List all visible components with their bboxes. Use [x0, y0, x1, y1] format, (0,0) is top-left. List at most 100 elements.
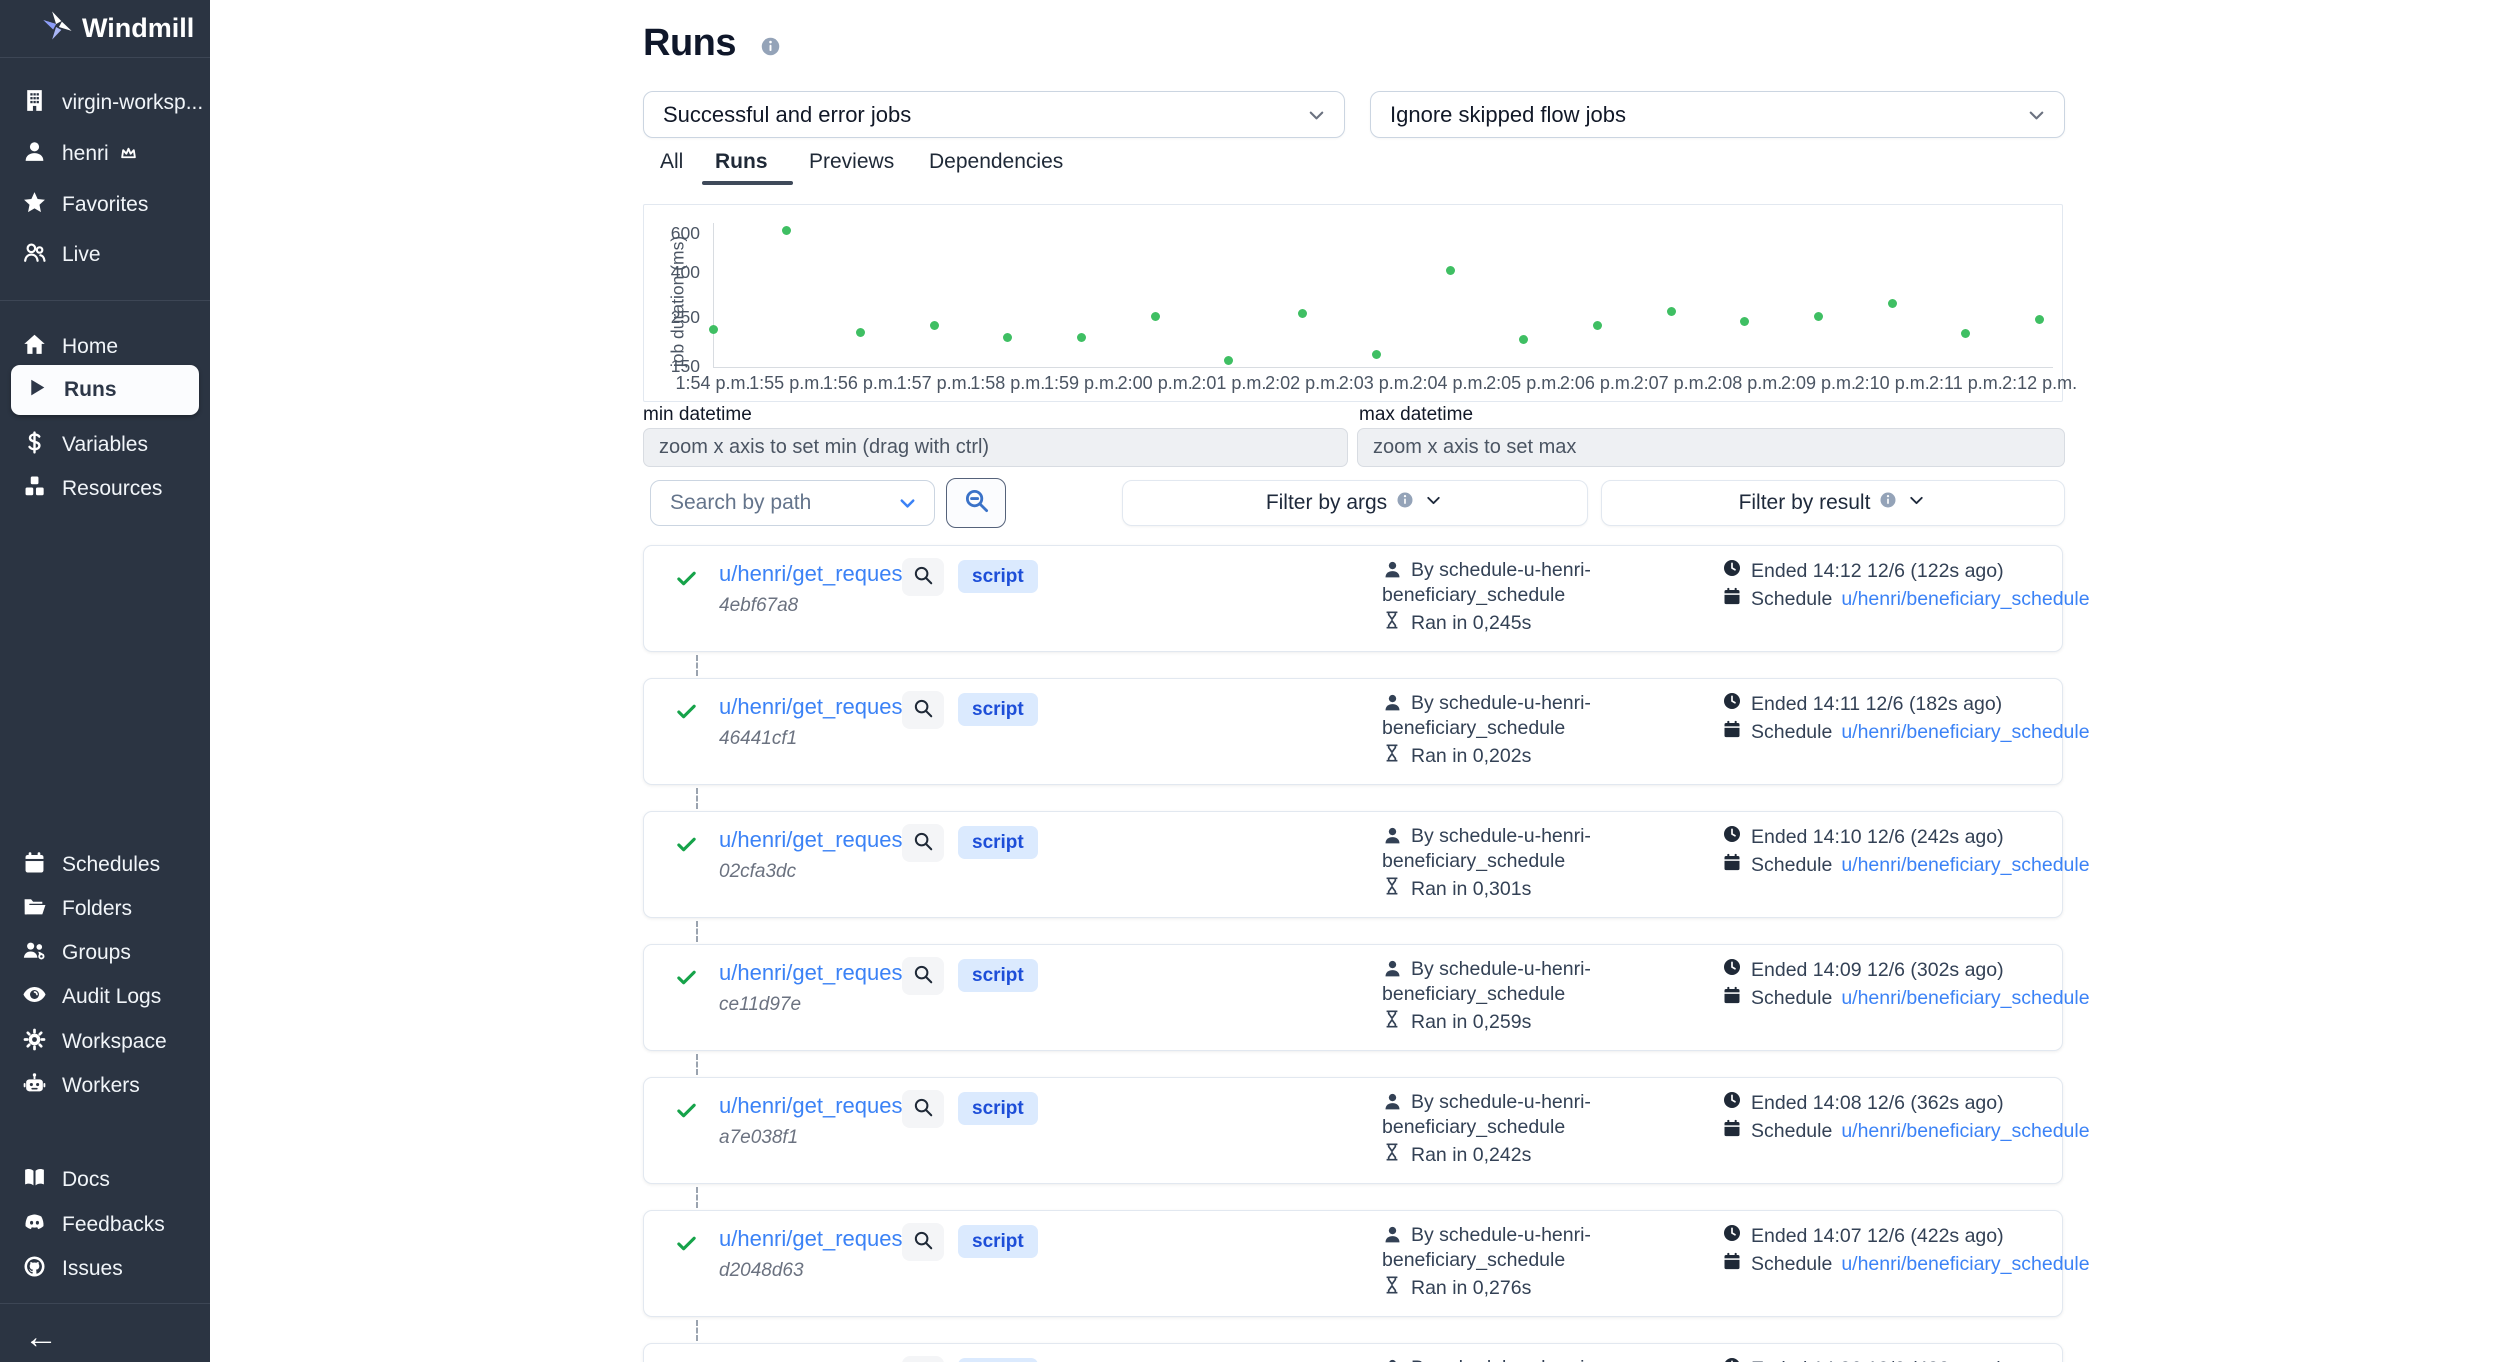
schedule-link[interactable]: u/henri/beneficiary_schedule — [1841, 987, 2089, 1010]
hourglass-icon — [1382, 876, 1402, 902]
run-card[interactable]: u/henri/get_request script 46441cf1 By s… — [643, 678, 2063, 785]
schedule-link[interactable]: u/henri/beneficiary_schedule — [1841, 854, 2089, 877]
sidebar-item-resources[interactable]: Resources — [0, 472, 210, 506]
sidebar-item-home[interactable]: Home — [0, 330, 210, 364]
sidebar-item-variables[interactable]: Variables — [0, 428, 210, 462]
sidebar-item-schedules[interactable]: Schedules — [0, 848, 210, 882]
tab-all[interactable]: All — [660, 150, 683, 174]
chart-point[interactable] — [1961, 329, 1970, 338]
chart-point[interactable] — [782, 226, 791, 235]
job-status-select[interactable]: Successful and error jobs — [643, 91, 1345, 138]
schedule-link[interactable]: u/henri/beneficiary_schedule — [1841, 588, 2089, 611]
chart-point[interactable] — [1519, 335, 1528, 344]
sidebar-item-issues[interactable]: Issues — [0, 1252, 210, 1286]
tab-dependencies[interactable]: Dependencies — [929, 150, 1063, 174]
chart-point[interactable] — [1446, 266, 1455, 275]
chart-point[interactable] — [930, 321, 939, 330]
sidebar-item-label: Docs — [62, 1168, 110, 1192]
run-card[interactable]: u/henri/get_request script ce11d97e By s… — [643, 944, 2063, 1051]
person-icon — [1382, 958, 1403, 979]
chevron-down-icon — [896, 492, 919, 521]
chevron-down-icon — [1906, 490, 1927, 517]
sidebar-item-label: Favorites — [62, 193, 148, 217]
inspect-run-button[interactable] — [902, 824, 944, 862]
run-card[interactable]: u/henri/get_request script 4ebf67a8 By s… — [643, 545, 2063, 652]
run-path-link[interactable]: u/henri/get_request — [719, 1226, 909, 1252]
run-path-link[interactable]: u/henri/get_request — [719, 694, 909, 720]
run-path-link[interactable]: u/henri/get_request — [719, 960, 909, 986]
success-check-icon — [675, 1232, 698, 1260]
inspect-run-button[interactable] — [902, 1090, 944, 1128]
run-card[interactable]: u/henri/get_request script d2048d63 By s… — [643, 1210, 2063, 1317]
sidebar-item-runs[interactable]: Runs — [11, 365, 199, 415]
sidebar-item-feedbacks[interactable]: Feedbacks — [0, 1208, 210, 1242]
windmill-pinwheel-icon — [42, 10, 73, 48]
chart-point[interactable] — [1077, 333, 1086, 342]
filter-by-args-button[interactable]: Filter by args — [1122, 480, 1588, 526]
inspect-run-button[interactable] — [902, 1356, 944, 1362]
inspect-run-button[interactable] — [902, 691, 944, 729]
search-button[interactable] — [946, 478, 1006, 528]
chart-point[interactable] — [1298, 309, 1307, 318]
chart-point[interactable] — [709, 325, 718, 334]
chart-point[interactable] — [2035, 315, 2044, 324]
run-path-link[interactable]: u/henri/get_request — [719, 1093, 909, 1119]
run-duration: Ran in 0,259s — [1382, 1009, 1531, 1035]
sidebar-item-audit-logs[interactable]: Audit Logs — [0, 980, 210, 1014]
info-icon[interactable] — [760, 36, 781, 62]
sidebar-item-folders[interactable]: Folders — [0, 892, 210, 926]
inspect-run-button[interactable] — [902, 558, 944, 596]
run-ended-at: Ended 14:08 12/6 (362s ago) — [1722, 1090, 2004, 1116]
skipped-flow-select[interactable]: Ignore skipped flow jobs — [1370, 91, 2065, 138]
chart-point[interactable] — [1003, 333, 1012, 342]
hourglass-icon — [1382, 1142, 1402, 1168]
search-by-path-select[interactable]: Search by path — [650, 480, 935, 526]
tab-previews[interactable]: Previews — [809, 150, 894, 174]
run-path-link[interactable]: u/henri/get_request — [719, 827, 909, 853]
sidebar-item-label: Resources — [62, 477, 162, 501]
chart-point[interactable] — [1667, 307, 1676, 316]
chart-point[interactable] — [1740, 317, 1749, 326]
run-path-link[interactable]: u/henri/get_request — [719, 561, 909, 587]
sidebar-item-favorites[interactable]: Favorites — [0, 188, 210, 222]
run-duration: Ran in 0,242s — [1382, 1142, 1531, 1168]
schedule-link[interactable]: u/henri/beneficiary_schedule — [1841, 721, 2089, 744]
run-card[interactable]: u/henri/get_request script By schedule-u… — [643, 1343, 2063, 1362]
search-icon — [912, 564, 934, 591]
chart-point[interactable] — [1151, 312, 1160, 321]
filter-by-result-button[interactable]: Filter by result — [1601, 480, 2065, 526]
job-kind-badge: script — [958, 1092, 1038, 1125]
run-card[interactable]: u/henri/get_request script 02cfa3dc By s… — [643, 811, 2063, 918]
chart-point[interactable] — [1814, 312, 1823, 321]
user-icon — [22, 139, 47, 170]
chart-point[interactable] — [1593, 321, 1602, 330]
chart-y-tick: 400 — [644, 262, 700, 283]
schedule-link[interactable]: u/henri/beneficiary_schedule — [1841, 1253, 2089, 1276]
inspect-run-button[interactable] — [902, 1223, 944, 1261]
skipped-flow-select-value: Ignore skipped flow jobs — [1390, 102, 1626, 128]
calendar-icon — [22, 850, 47, 881]
chart-y-tick: 600 — [644, 223, 700, 244]
tab-runs[interactable]: Runs — [715, 150, 768, 174]
success-check-icon — [675, 700, 698, 728]
schedule-link[interactable]: u/henri/beneficiary_schedule — [1841, 1120, 2089, 1143]
workspace-switcher[interactable]: virgin-worksp... — [0, 86, 210, 120]
chart-point[interactable] — [1224, 356, 1233, 365]
sidebar-item-docs[interactable]: Docs — [0, 1163, 210, 1197]
collapse-sidebar-button[interactable]: ← — [24, 1318, 58, 1357]
sidebar-item-workspace[interactable]: Workspace — [0, 1025, 210, 1059]
brand[interactable]: Windmill — [0, 0, 210, 58]
chart-point[interactable] — [856, 328, 865, 337]
chart-point[interactable] — [1888, 299, 1897, 308]
sidebar-item-workers[interactable]: Workers — [0, 1069, 210, 1103]
min-datetime-input[interactable] — [643, 428, 1348, 467]
run-card[interactable]: u/henri/get_request script a7e038f1 By s… — [643, 1077, 2063, 1184]
chart-point[interactable] — [1372, 350, 1381, 359]
runs-duration-chart[interactable]: job duration (ms) 6004002501501:54 p.m.1… — [643, 204, 2063, 402]
sidebar-item-live[interactable]: Live — [0, 238, 210, 272]
inspect-run-button[interactable] — [902, 957, 944, 995]
max-datetime-input[interactable] — [1357, 428, 2065, 467]
user-menu[interactable]: henri — [0, 137, 210, 171]
sidebar-item-groups[interactable]: Groups — [0, 936, 210, 970]
search-icon — [963, 487, 990, 519]
